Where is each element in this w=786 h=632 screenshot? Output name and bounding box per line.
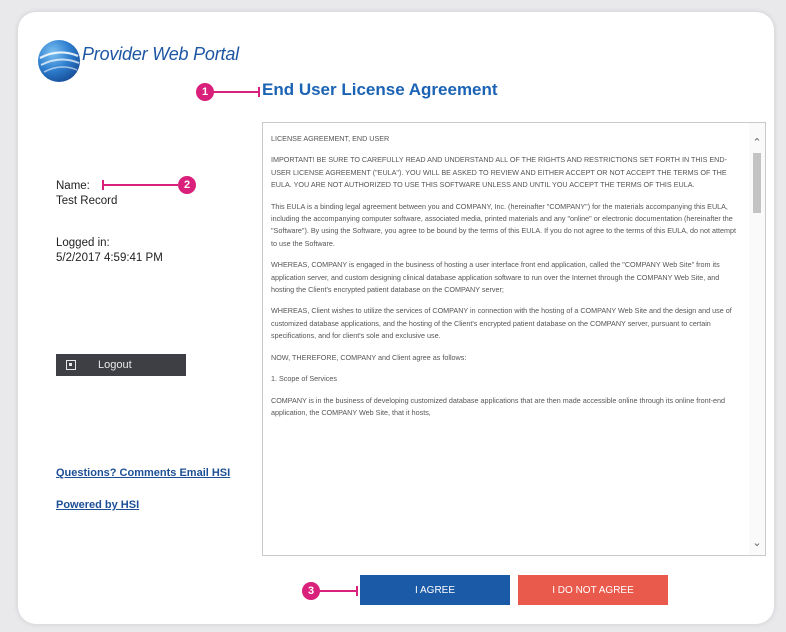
logged-in-label: Logged in: bbox=[56, 237, 110, 249]
chevron-up-icon[interactable]: ⌃ bbox=[751, 137, 763, 149]
callout-line-3 bbox=[318, 590, 358, 592]
logout-button[interactable]: Logout bbox=[56, 354, 186, 376]
brand-name: Provider Web Portal bbox=[82, 44, 239, 64]
eula-text: LICENSE AGREEMENT, END USER IMPORTANT! B… bbox=[271, 133, 741, 428]
name-value: Test Record bbox=[56, 195, 118, 207]
eula-paragraph: This EULA is a binding legal agreement b… bbox=[271, 201, 736, 248]
agree-button[interactable]: I AGREE bbox=[360, 575, 510, 605]
chevron-down-icon[interactable]: ⌄ bbox=[751, 537, 763, 549]
page-title: End User License Agreement bbox=[262, 80, 498, 99]
powered-by-link[interactable]: Powered by HSI bbox=[56, 499, 139, 511]
eula-paragraph: NOW, THEREFORE, COMPANY and Client agree… bbox=[271, 352, 467, 362]
eula-paragraph: IMPORTANT! BE SURE TO CAREFULLY READ AND… bbox=[271, 155, 727, 190]
eula-paragraph: WHEREAS, Client wishes to utilize the se… bbox=[271, 306, 732, 341]
name-label: Name: bbox=[56, 180, 90, 192]
callout-tick-1 bbox=[258, 87, 260, 97]
eula-paragraph: LICENSE AGREEMENT, END USER bbox=[271, 134, 390, 143]
eula-paragraph: WHEREAS, COMPANY is engaged in the busin… bbox=[271, 260, 720, 295]
eula-scrollbar[interactable]: ⌃ ⌄ bbox=[749, 123, 765, 555]
decline-button[interactable]: I DO NOT AGREE bbox=[518, 575, 668, 605]
globe-logo-icon bbox=[38, 40, 80, 82]
callout-line-1 bbox=[212, 91, 260, 93]
scrollbar-thumb[interactable] bbox=[753, 153, 761, 213]
eula-paragraph: COMPANY is in the business of developing… bbox=[271, 395, 726, 417]
callout-tick-3 bbox=[356, 586, 358, 596]
eula-paragraph: 1. Scope of Services bbox=[271, 374, 337, 384]
logout-label: Logout bbox=[98, 359, 132, 371]
questions-email-link[interactable]: Questions? Comments Email HSI bbox=[56, 467, 230, 479]
callout-badge-2: 2 bbox=[178, 176, 196, 194]
logged-in-value: 5/2/2017 4:59:41 PM bbox=[56, 252, 163, 264]
callout-line-2 bbox=[104, 184, 178, 186]
logout-icon bbox=[66, 360, 76, 370]
eula-text-box[interactable]: LICENSE AGREEMENT, END USER IMPORTANT! B… bbox=[262, 122, 766, 556]
